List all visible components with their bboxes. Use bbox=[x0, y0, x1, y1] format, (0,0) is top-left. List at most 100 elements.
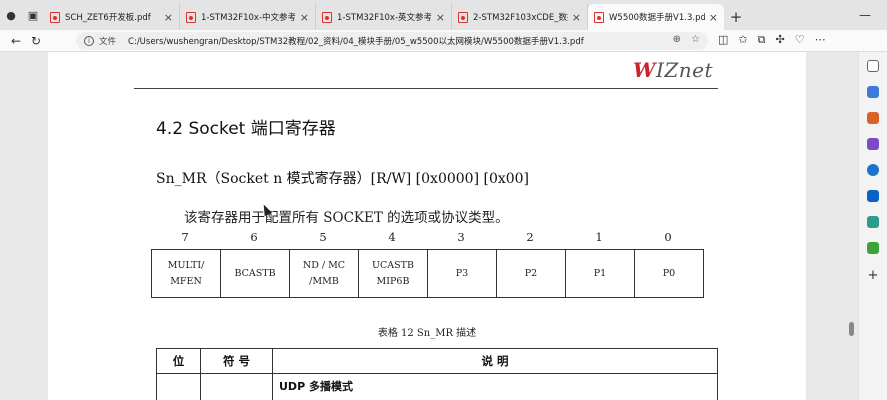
bit-field-label: /MMB bbox=[309, 275, 339, 287]
outlook-icon[interactable] bbox=[867, 190, 879, 202]
tab-0[interactable]: SCH_ZET6开发板.pdf × bbox=[44, 4, 180, 30]
bit-number: 5 bbox=[319, 230, 327, 244]
bit-field-table: MULTI/MFEN BCASTB ND / MC/MMB UCASTB MIP6B P3… bbox=[151, 249, 704, 298]
bit-number: 1 bbox=[595, 230, 603, 244]
url-path: C:/Users/wushengran/Desktop/STM32教程/02_资… bbox=[128, 37, 584, 47]
pdf-icon bbox=[50, 11, 60, 23]
add-icon[interactable]: + bbox=[867, 269, 879, 282]
header-description: 说 明 bbox=[272, 348, 718, 374]
bit-field-cell: BCASTB bbox=[220, 249, 290, 298]
collections-icon[interactable]: ⧉ bbox=[758, 33, 766, 47]
section-title: 4.2 Socket 端口寄存器 bbox=[156, 119, 336, 139]
pdf-icon bbox=[594, 11, 604, 23]
shopping-icon[interactable] bbox=[867, 86, 879, 98]
tree-icon[interactable] bbox=[867, 242, 879, 254]
toolbar-icons: ◫ ✩ ⧉ ✣ ♡ ⋯ bbox=[718, 33, 826, 47]
pdf-icon bbox=[458, 11, 468, 23]
row-bit-cell bbox=[156, 373, 201, 400]
tab-4[interactable]: W5500数据手册V1.3.pdf × bbox=[588, 4, 724, 30]
office-icon[interactable] bbox=[867, 164, 879, 176]
tab-2[interactable]: 1-STM32F10x-英文参考手册 × bbox=[316, 4, 452, 30]
pdf-viewer: WIZnet 4.2 Socket 端口寄存器 Sn_MR（Socket n 模… bbox=[0, 52, 858, 400]
bit-field-label: ND / MC bbox=[302, 260, 346, 272]
performance-icon[interactable]: ♡ bbox=[795, 33, 805, 47]
scroll-thumb[interactable] bbox=[849, 322, 854, 336]
bit-field-cell: P1 bbox=[565, 249, 635, 298]
wiznet-logo: WIZnet bbox=[633, 58, 714, 82]
bit-field-label: P1 bbox=[593, 267, 607, 279]
tab-bar: ● ▣ SCH_ZET6开发板.pdf×1-STM32F10x-中文参考手册×1… bbox=[0, 0, 887, 30]
favorites-icon[interactable]: ✩ bbox=[738, 33, 747, 47]
back-icon[interactable]: ← bbox=[6, 34, 26, 48]
bit-field-cell: ND / MC/MMB bbox=[289, 249, 359, 298]
url-actions: ⊕ ☆ bbox=[663, 34, 700, 45]
close-icon[interactable]: × bbox=[572, 11, 581, 24]
bit-field-cell: UCASTB MIP6B bbox=[358, 249, 428, 298]
close-icon[interactable]: × bbox=[436, 11, 445, 24]
vertical-scrollbar[interactable] bbox=[846, 52, 858, 400]
new-tab-button[interactable]: + bbox=[724, 4, 748, 30]
bit-numbers: 7 6 5 4 3 2 1 0 bbox=[151, 230, 703, 246]
bit-field-label: MFEN bbox=[170, 275, 202, 287]
close-icon[interactable]: × bbox=[709, 11, 718, 24]
url-label: 文件 bbox=[99, 37, 117, 47]
tab-title: 2-STM32F103xCDE_数据手册 bbox=[473, 13, 568, 23]
favorite-star-icon[interactable]: ☆ bbox=[691, 34, 700, 45]
extensions-icon[interactable]: ✣ bbox=[775, 33, 784, 47]
tab-title: W5500数据手册V1.3.pdf bbox=[609, 13, 705, 23]
bit-field-label: MIP6B bbox=[376, 275, 410, 287]
bit-field-cell: P2 bbox=[496, 249, 566, 298]
tab-title: 1-STM32F10x-英文参考手册 bbox=[337, 13, 432, 23]
telegram-icon[interactable] bbox=[867, 216, 879, 228]
bit-field-cell: P0 bbox=[634, 249, 704, 298]
address-bar: ← ↻ i 文件 C:/Users/wushengran/Desktop/STM… bbox=[0, 30, 887, 52]
pdf-icon bbox=[322, 11, 332, 23]
header-symbol: 符 号 bbox=[200, 348, 273, 374]
table-header-row: 位 符 号 说 明 bbox=[156, 348, 718, 374]
header-bit: 位 bbox=[156, 348, 201, 374]
bit-field-label: P3 bbox=[455, 267, 469, 279]
url-field[interactable]: i 文件 C:/Users/wushengran/Desktop/STM32教程… bbox=[76, 32, 708, 50]
close-icon[interactable]: × bbox=[164, 11, 173, 24]
bit-number: 6 bbox=[250, 230, 258, 244]
bit-field-cell: MULTI/MFEN bbox=[151, 249, 221, 298]
refresh-icon[interactable]: ↻ bbox=[26, 34, 46, 48]
info-icon[interactable]: i bbox=[84, 36, 94, 46]
row-description-cell: UDP 多播模式 bbox=[272, 373, 718, 400]
description-table: 位 符 号 说 明 UDP 多播模式 bbox=[156, 348, 718, 400]
tab-3[interactable]: 2-STM32F103xCDE_数据手册 × bbox=[452, 4, 588, 30]
bit-field-label: MULTI/ bbox=[167, 260, 205, 272]
more-icon[interactable]: ⋯ bbox=[815, 33, 826, 47]
tab-title: SCH_ZET6开发板.pdf bbox=[65, 13, 151, 23]
minimize-icon[interactable]: — bbox=[859, 8, 871, 22]
bit-number: 0 bbox=[664, 230, 672, 244]
table-caption: 表格 12 Sn_MR 描述 bbox=[377, 328, 477, 339]
tab-title: 1-STM32F10x-中文参考手册 bbox=[201, 13, 296, 23]
table-row: UDP 多播模式 bbox=[156, 373, 718, 400]
tab-actions-icon[interactable]: ▣ bbox=[22, 0, 44, 30]
pdf-icon bbox=[186, 11, 196, 23]
close-icon[interactable]: × bbox=[300, 11, 309, 24]
bit-number: 3 bbox=[457, 230, 465, 244]
register-title: Sn_MR（Socket n 模式寄存器）[R/W] [0x0000] [0x0… bbox=[156, 171, 530, 187]
bit-field-label: BCASTB bbox=[234, 267, 276, 279]
bit-field-cell: P3 bbox=[427, 249, 497, 298]
register-description: 该寄存器用于配置所有 SOCKET 的选项或协议类型。 bbox=[184, 210, 509, 226]
zoom-icon[interactable]: ⊕ bbox=[673, 34, 681, 45]
bit-number: 4 bbox=[388, 230, 396, 244]
bit-number: 7 bbox=[181, 230, 189, 244]
edge-sidebar: + bbox=[858, 52, 887, 400]
bit-number: 2 bbox=[526, 230, 534, 244]
bit-field-label: P2 bbox=[524, 267, 538, 279]
games-icon[interactable] bbox=[867, 138, 879, 150]
bit-field-row: MULTI/MFEN BCASTB ND / MC/MMB UCASTB MIP6B P3… bbox=[151, 249, 704, 298]
tab-list: SCH_ZET6开发板.pdf×1-STM32F10x-中文参考手册×1-STM… bbox=[44, 0, 724, 30]
pdf-page: WIZnet 4.2 Socket 端口寄存器 Sn_MR（Socket n 模… bbox=[48, 52, 806, 400]
search-icon[interactable] bbox=[867, 60, 879, 72]
bit-field-label: P0 bbox=[662, 267, 676, 279]
tab-1[interactable]: 1-STM32F10x-中文参考手册 × bbox=[180, 4, 316, 30]
bit-field-label: UCASTB bbox=[372, 260, 414, 272]
split-screen-icon[interactable]: ◫ bbox=[718, 33, 728, 47]
profile-icon[interactable]: ● bbox=[0, 0, 22, 30]
tools-icon[interactable] bbox=[867, 112, 879, 124]
